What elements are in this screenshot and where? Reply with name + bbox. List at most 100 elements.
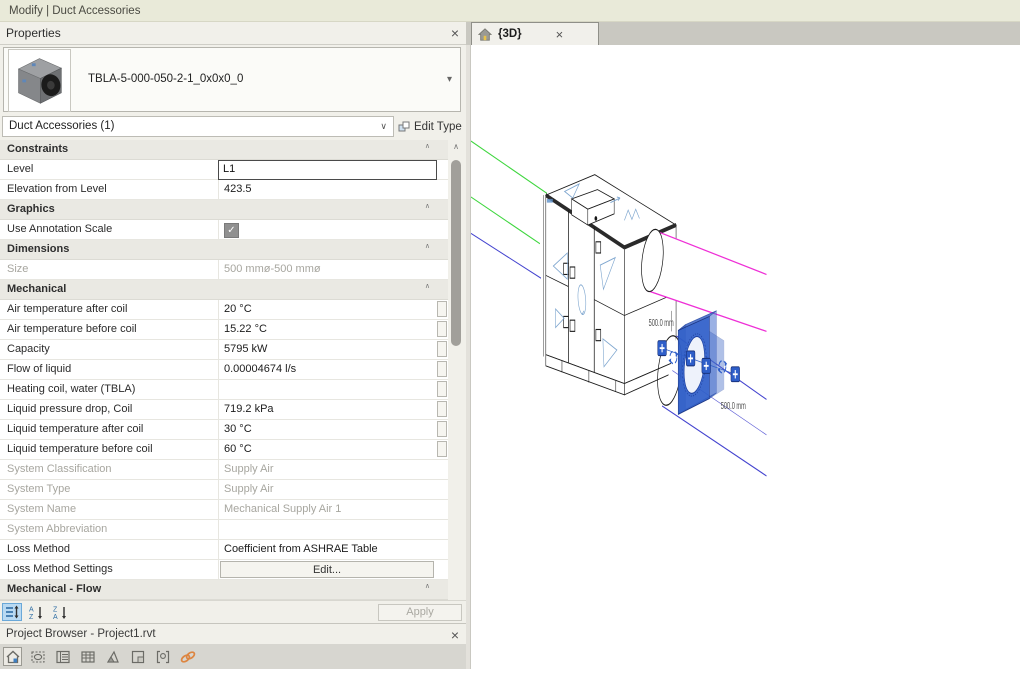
property-value-cell[interactable]: 15.22 °C: [218, 320, 437, 339]
property-label: Constraints: [7, 140, 68, 159]
sort-by-group-icon: [5, 605, 19, 619]
apply-button[interactable]: Apply: [378, 604, 462, 621]
associate-parameter-button[interactable]: [437, 381, 447, 397]
sort-ascending-button[interactable]: A Z: [26, 603, 46, 621]
property-value-cell[interactable]: 0.00004674 l/s: [218, 360, 437, 379]
section-header[interactable]: Dimensions ∧: [0, 240, 448, 260]
element-filter-combo[interactable]: Duct Accessories (1) ∨: [2, 116, 394, 137]
close-icon[interactable]: ×: [451, 624, 459, 646]
property-row: System Name Mechanical Supply Air 1: [0, 500, 448, 520]
section-collapse-icon[interactable]: ∧: [425, 142, 430, 150]
sheet-grid-icon: [80, 649, 96, 665]
property-label: Air temperature before coil: [7, 320, 137, 339]
properties-header[interactable]: Properties ×: [0, 22, 466, 45]
section-collapse-icon[interactable]: ∧: [425, 202, 430, 210]
type-dropdown-icon[interactable]: ▾: [447, 48, 452, 111]
section-header[interactable]: Graphics ∧: [0, 200, 448, 220]
property-row: LevelL1: [0, 160, 448, 180]
section-header[interactable]: Mechanical - Flow∧: [0, 580, 448, 600]
view-tab-3d[interactable]: {3D} ×: [471, 22, 599, 45]
property-value-cell[interactable]: 30 °C: [218, 420, 437, 439]
property-row: Flow of liquid0.00004674 l/s: [0, 360, 448, 380]
checkbox-checked[interactable]: ✓: [224, 223, 239, 238]
type-selector[interactable]: TBLA-5-000-050-2-1_0x0x0_0 ▾: [3, 47, 461, 112]
legend-icon: [30, 649, 46, 665]
edit-type-icon: [398, 121, 410, 133]
browser-group-alt-button[interactable]: [153, 647, 172, 666]
schedule-icon: [55, 649, 71, 665]
property-label: Graphics: [7, 200, 55, 219]
browser-views-button[interactable]: [3, 647, 22, 666]
property-label: Air temperature after coil: [7, 300, 127, 319]
property-label: Use Annotation Scale: [7, 220, 112, 239]
section-collapse-icon[interactable]: ∧: [425, 242, 430, 250]
property-label: System Abbreviation: [7, 520, 107, 539]
property-value-cell[interactable]: 5795 kW: [218, 340, 437, 359]
associate-parameter-button[interactable]: [437, 361, 447, 377]
property-row: Liquid temperature after coil 30 °C: [0, 420, 448, 440]
property-row: Loss Method Settings Edit...: [0, 560, 448, 580]
edit-settings-button[interactable]: Edit...: [220, 561, 434, 578]
house-icon: [5, 649, 21, 665]
property-label: System Name: [7, 500, 76, 519]
property-label: Dimensions: [7, 240, 69, 259]
browser-legends-button[interactable]: [28, 647, 47, 666]
property-value-cell[interactable]: 20 °C: [218, 300, 437, 319]
green-reference-line-2: [471, 197, 540, 244]
property-value-input[interactable]: L1: [218, 160, 437, 180]
property-label: Heating coil, water (TBLA): [7, 380, 135, 399]
associate-parameter-button[interactable]: [437, 341, 447, 357]
properties-scrollbar[interactable]: ∧ ∨: [448, 140, 464, 622]
scrollbar-thumb[interactable]: [451, 160, 461, 346]
property-value-cell[interactable]: [218, 380, 437, 399]
sort-descending-button[interactable]: Z A: [50, 603, 70, 621]
drawing-area-3d-view[interactable]: 500.0 mm 500.0 mm: [471, 45, 1020, 669]
dimension-label-1: 500.0 mm: [649, 317, 674, 328]
bracket-group-icon: [155, 649, 171, 665]
chevron-down-icon[interactable]: ∨: [380, 117, 387, 136]
property-row: Loss MethodCoefficient from ASHRAE Table: [0, 540, 448, 560]
svg-text:A: A: [29, 606, 34, 613]
properties-sort-toolbar: A Z Z A Apply: [0, 600, 466, 624]
property-value-cell[interactable]: Supply Air: [218, 480, 437, 499]
property-value-cell[interactable]: Mechanical Supply Air 1: [218, 500, 437, 519]
associate-parameter-button[interactable]: [437, 401, 447, 417]
property-value-cell[interactable]: Supply Air: [218, 460, 437, 479]
property-value-cell[interactable]: Coefficient from ASHRAE Table: [218, 540, 437, 559]
edit-type-label: Edit Type: [414, 121, 462, 133]
browser-links-button[interactable]: [178, 647, 197, 666]
property-value-cell[interactable]: 500 mmø-500 mmø: [218, 260, 437, 279]
associate-parameter-button[interactable]: [437, 421, 447, 437]
property-value-cell[interactable]: 423.5: [218, 180, 437, 199]
scroll-up-icon[interactable]: ∧: [448, 142, 464, 151]
sort-by-group-button[interactable]: [2, 603, 22, 621]
section-collapse-icon[interactable]: ∧: [425, 582, 430, 590]
property-label: Liquid temperature after coil: [7, 420, 143, 439]
browser-families-button[interactable]: [103, 647, 122, 666]
property-value-cell[interactable]: 60 °C: [218, 440, 437, 459]
property-label: Loss Method Settings: [7, 560, 113, 579]
close-icon[interactable]: ×: [451, 22, 459, 44]
edit-type-button[interactable]: Edit Type: [398, 116, 462, 137]
section-collapse-icon[interactable]: ∧: [425, 282, 430, 290]
project-browser-header[interactable]: Project Browser - Project1.rvt ×: [0, 623, 466, 644]
modify-context-label: Modify | Duct Accessories: [9, 5, 140, 17]
property-row: Use Annotation Scale ✓: [0, 220, 448, 240]
browser-groups-button[interactable]: [128, 647, 147, 666]
browser-schedules-button[interactable]: [53, 647, 72, 666]
property-label: System Type: [7, 480, 70, 499]
section-header[interactable]: Mechanical∧: [0, 280, 448, 300]
svg-text:A: A: [53, 614, 58, 620]
green-reference-line-1: [471, 141, 547, 193]
section-header[interactable]: Constraints ∧: [0, 140, 448, 160]
close-icon[interactable]: ×: [556, 27, 564, 42]
associate-parameter-button[interactable]: [437, 301, 447, 317]
property-value-cell[interactable]: [218, 520, 437, 539]
browser-sheets-button[interactable]: [78, 647, 97, 666]
sort-ascending-icon: A Z: [29, 605, 44, 620]
associate-parameter-button[interactable]: [437, 441, 447, 457]
property-value-cell[interactable]: 719.2 kPa: [218, 400, 437, 419]
property-value-cell[interactable]: ✓: [218, 220, 437, 239]
associate-parameter-button[interactable]: [437, 321, 447, 337]
project-browser-title: Project Browser - Project1.rvt: [6, 628, 156, 640]
